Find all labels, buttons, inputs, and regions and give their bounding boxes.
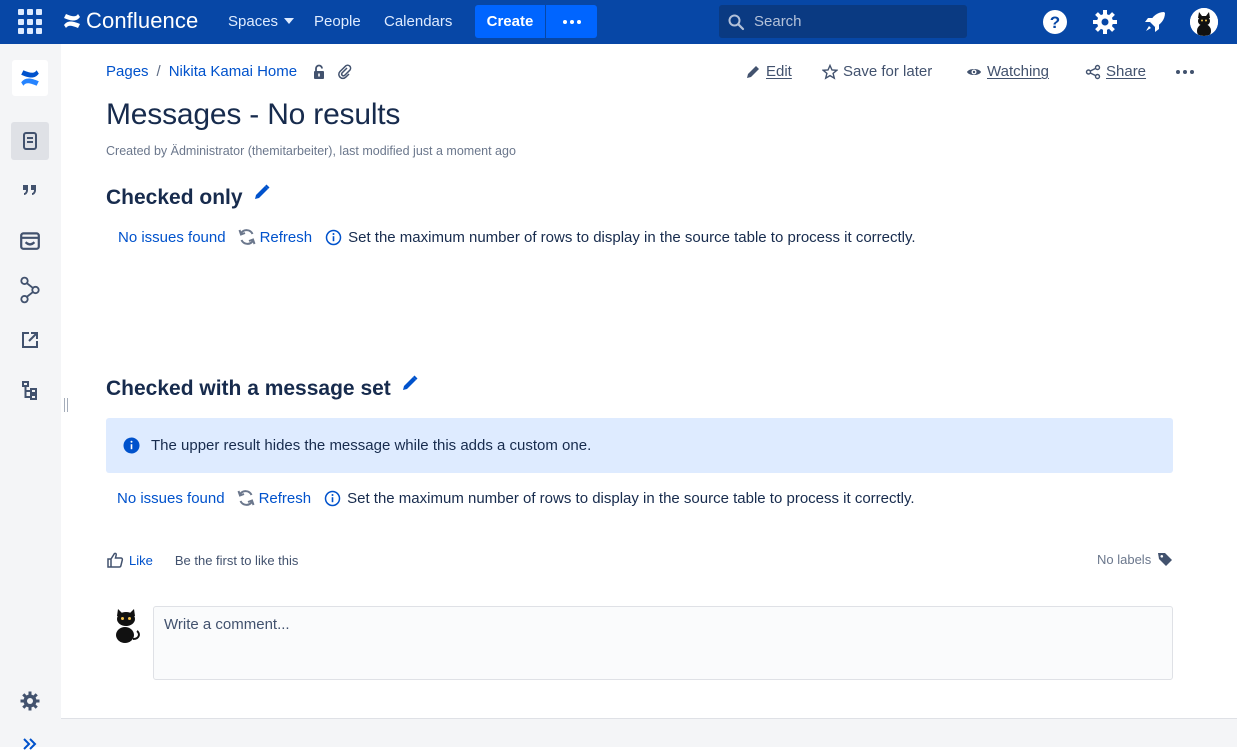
branch-icon [20,276,40,304]
save-for-later-label: Save for later [843,63,933,80]
refresh-icon [238,229,256,245]
breadcrumb: Pages / Nikita Kamai Home [106,63,353,80]
svg-text:?: ? [1050,13,1060,32]
info-note: Set the maximum number of rows to displa… [325,228,916,246]
search-icon [728,14,745,30]
like-row: Like Be the first to like this [106,551,298,569]
settings-gear-icon[interactable] [1092,9,1118,35]
like-status-text: Be the first to like this [174,552,299,568]
comment-placeholder: Write a comment... [164,616,290,633]
share-label: Share [1106,63,1147,80]
space-settings-icon[interactable] [19,690,41,712]
section-heading-text: Checked only [106,186,243,209]
info-note-text: Set the maximum number of rows to displa… [348,228,916,246]
section-heading-checked-only: Checked only [106,183,271,210]
no-labels-text: No labels [1097,551,1152,567]
result-row: No issues found Refresh Set the maximum … [117,489,915,507]
nav-spaces-label: Spaces [228,13,279,30]
space-sidebar [0,44,61,750]
sidebar-item-shortcuts[interactable] [16,326,44,354]
commenter-avatar [116,609,140,643]
black-cat-avatar-icon [1190,8,1218,36]
sidebar-item-pages[interactable] [11,122,49,160]
watching-label: Watching [987,63,1049,80]
page-title: Messages - No results [106,98,401,131]
edit-pencil-icon[interactable] [253,183,271,201]
confluence-logo[interactable]: Confluence [62,8,198,34]
refresh-icon [237,490,255,506]
info-icon [324,490,341,506]
external-link-icon [22,332,38,348]
breadcrumb-separator: / [156,63,161,80]
sidebar-item-integrations[interactable] [16,276,44,304]
refresh-label: Refresh [259,228,313,246]
watching-button[interactable]: Watching [966,63,1049,80]
pencil-icon [747,65,759,78]
labels-area: No labels [1097,551,1173,567]
sidebar-item-page-tree[interactable] [16,376,44,404]
create-button[interactable]: Create [475,5,545,38]
notifications-rocket-icon[interactable] [1142,9,1168,35]
share-icon [1085,64,1101,79]
top-navigation: Confluence Spaces People Calendars Creat… [0,0,1237,44]
nav-people[interactable]: People [314,13,361,30]
comment-input[interactable]: Write a comment... [153,606,1173,680]
refresh-button[interactable]: Refresh [237,489,312,507]
save-for-later-button[interactable]: Save for later [822,63,932,80]
user-avatar[interactable] [1190,8,1218,36]
share-button[interactable]: Share [1085,63,1146,80]
space-logo[interactable] [12,60,48,96]
unlocked-restrictions-icon[interactable] [311,64,327,80]
expand-sidebar-icon[interactable] [20,734,40,754]
info-panel: The upper result hides the message while… [106,418,1173,473]
confluence-space-icon [21,70,39,86]
sidebar-resize-handle[interactable] [64,398,68,412]
page-footer [61,718,1237,747]
like-button[interactable]: Like [129,553,153,568]
info-note-text: Set the maximum number of rows to displa… [347,489,915,507]
quote-icon [23,185,36,195]
section-heading-text: Checked with a message set [106,377,391,400]
chevron-down-icon [284,18,295,24]
info-panel-text: The upper result hides the message while… [151,437,592,454]
create-more-button[interactable] [546,5,597,38]
edit-label: Edit [766,63,792,80]
star-icon [822,63,838,80]
info-filled-icon [123,437,140,454]
label-tag-icon[interactable] [1157,551,1173,567]
breadcrumb-pages[interactable]: Pages [106,63,149,80]
info-note: Set the maximum number of rows to displa… [324,489,915,507]
calendar-icon [20,232,40,250]
logo-text: Confluence [86,8,199,33]
sidebar-item-blog[interactable] [16,176,44,204]
no-issues-link[interactable]: No issues found [118,229,226,246]
nav-spaces[interactable]: Spaces [228,13,295,30]
result-row: No issues found Refresh Set the maximum … [118,228,916,246]
help-icon[interactable]: ? [1042,9,1068,35]
hierarchy-icon [22,381,37,400]
app-switcher-icon[interactable] [16,7,46,37]
page-icon [23,132,37,150]
eye-icon [967,68,981,75]
info-icon [325,229,342,245]
nav-calendars[interactable]: Calendars [384,13,452,30]
section-heading-checked-with-message: Checked with a message set [106,374,419,401]
edit-button[interactable]: Edit [745,63,792,80]
more-actions-icon[interactable] [1176,70,1194,74]
attachment-icon[interactable] [337,63,353,80]
refresh-label: Refresh [258,489,312,507]
sidebar-item-calendar[interactable] [16,226,44,254]
search-placeholder: Search [754,13,802,30]
breadcrumb-home[interactable]: Nikita Kamai Home [169,63,297,80]
confluence-icon [64,14,80,28]
thumbs-up-icon[interactable] [106,551,124,569]
edit-pencil-icon[interactable] [401,374,419,392]
no-issues-link[interactable]: No issues found [117,490,225,507]
refresh-button[interactable]: Refresh [238,228,313,246]
search-input[interactable]: Search [719,5,967,38]
page-byline: Created by Ädministrator (themitarbeiter… [106,144,516,158]
